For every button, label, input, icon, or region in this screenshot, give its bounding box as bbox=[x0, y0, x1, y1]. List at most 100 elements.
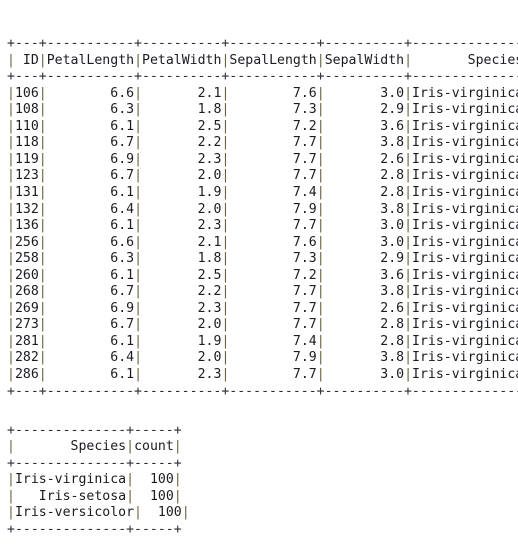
column-separator: | bbox=[134, 185, 143, 201]
table-cell: 7.6 bbox=[229, 234, 317, 250]
table-cell: 6.7 bbox=[46, 135, 135, 151]
table-cell: 110 bbox=[14, 118, 39, 134]
table-cell: Iris-virginica bbox=[412, 218, 518, 234]
column-separator: | bbox=[316, 367, 325, 383]
column-separator: | bbox=[38, 185, 47, 201]
column-separator: | bbox=[316, 267, 325, 283]
column-separator: | bbox=[134, 102, 143, 118]
table-cell: 6.1 bbox=[46, 333, 135, 349]
table-cell: Iris-virginica bbox=[412, 333, 518, 349]
table-cell: 131 bbox=[14, 185, 39, 201]
column-separator: | bbox=[134, 85, 143, 101]
table-cell: SepalWidth bbox=[324, 52, 405, 68]
table-cell: 3.8 bbox=[324, 284, 405, 300]
table-cell: Iris-virginica bbox=[412, 168, 518, 184]
column-separator: | bbox=[173, 488, 182, 504]
table-cell: 6.9 bbox=[46, 300, 135, 316]
column-separator: | bbox=[134, 168, 143, 184]
table-cell: Iris-virginica bbox=[412, 85, 518, 101]
ascii-table-iris-filtered-rows: +---+-----------+----------+-----------+… bbox=[7, 36, 518, 400]
table-cell: Iris-virginica bbox=[412, 118, 518, 134]
column-separator: | bbox=[404, 151, 413, 167]
table-cell: 7.4 bbox=[229, 333, 317, 349]
table-cell: 1.8 bbox=[142, 251, 222, 267]
column-separator: | bbox=[404, 118, 413, 134]
table-cell: 106 bbox=[14, 85, 39, 101]
table-cell: 6.7 bbox=[46, 284, 135, 300]
table-cell: 7.2 bbox=[229, 267, 317, 283]
column-separator: | bbox=[126, 439, 135, 455]
column-separator: | bbox=[38, 151, 47, 167]
table-cell: 7.7 bbox=[229, 300, 317, 316]
table-row: |136| 6.1| 2.3| 7.7| 3.0|Iris-virginica| bbox=[7, 218, 518, 235]
table-cell: 2.8 bbox=[324, 168, 405, 184]
column-separator: | bbox=[38, 300, 47, 316]
column-separator: | bbox=[7, 151, 15, 167]
table-cell: 119 bbox=[14, 151, 39, 167]
column-separator: | bbox=[316, 151, 325, 167]
column-separator: | bbox=[316, 185, 325, 201]
column-separator: | bbox=[7, 472, 15, 488]
table-cell: 2.2 bbox=[142, 135, 222, 151]
table-row: |281| 6.1| 1.9| 7.4| 2.8|Iris-virginica| bbox=[7, 334, 518, 351]
table-cell: 6.1 bbox=[46, 185, 135, 201]
table-cell: 282 bbox=[14, 350, 39, 366]
table-bottom-border: +--------------+-----+ bbox=[7, 521, 182, 537]
table-cell: 6.7 bbox=[46, 317, 135, 333]
table-cell: Iris-virginica bbox=[412, 284, 518, 300]
table-row: |108| 6.3| 1.8| 7.3| 2.9|Iris-virginica| bbox=[7, 102, 518, 119]
column-separator: | bbox=[7, 439, 15, 455]
table-cell: ID bbox=[14, 52, 39, 68]
column-separator: | bbox=[134, 218, 143, 234]
table-cell: Iris-virginica bbox=[412, 151, 518, 167]
column-separator: | bbox=[316, 333, 325, 349]
table-row: |106| 6.6| 2.1| 7.6| 3.0|Iris-virginica| bbox=[7, 86, 518, 103]
column-separator: | bbox=[316, 201, 325, 217]
column-separator: | bbox=[38, 118, 47, 134]
table-cell: 6.6 bbox=[46, 85, 135, 101]
column-separator: | bbox=[7, 85, 15, 101]
column-separator: | bbox=[404, 333, 413, 349]
column-separator: | bbox=[404, 300, 413, 316]
column-separator: | bbox=[404, 234, 413, 250]
table-cell: 2.9 bbox=[324, 102, 405, 118]
table-cell: Iris-virginica bbox=[412, 201, 518, 217]
table-cell: 3.0 bbox=[324, 234, 405, 250]
table-cell: 260 bbox=[14, 267, 39, 283]
column-separator: | bbox=[134, 333, 143, 349]
column-separator: | bbox=[7, 333, 15, 349]
table-row: |286| 6.1| 2.3| 7.7| 3.0|Iris-virginica| bbox=[7, 367, 518, 384]
table-cell: 256 bbox=[14, 234, 39, 250]
column-separator: | bbox=[7, 201, 15, 217]
column-separator: | bbox=[134, 350, 143, 366]
table-cell: 3.8 bbox=[324, 135, 405, 151]
table-cell: 3.6 bbox=[324, 118, 405, 134]
column-separator: | bbox=[7, 300, 15, 316]
table-cell: 7.7 bbox=[229, 367, 317, 383]
table-cell: 3.8 bbox=[324, 201, 405, 217]
table-cell: 281 bbox=[14, 333, 39, 349]
table-header-separator: +--------------+-----+ bbox=[7, 455, 182, 471]
table-row: |269| 6.9| 2.3| 7.7| 2.6|Iris-virginica| bbox=[7, 301, 518, 318]
table-cell: 2.0 bbox=[142, 168, 222, 184]
table-top-border: +--------------+-----+ bbox=[7, 422, 182, 438]
column-separator: | bbox=[126, 472, 135, 488]
table-cell: PetalWidth bbox=[142, 52, 222, 68]
table-cell: PetalLength bbox=[46, 52, 135, 68]
table-cell: 7.2 bbox=[229, 118, 317, 134]
table-header-row: | ID|PetalLength|PetalWidth|SepalLength|… bbox=[7, 53, 518, 70]
column-separator: | bbox=[7, 118, 15, 134]
table-cell: 6.1 bbox=[46, 367, 135, 383]
table-cell: 2.6 bbox=[324, 151, 405, 167]
table-cell: Iris-virginica bbox=[412, 102, 518, 118]
table-row: | Iris-setosa| 100| bbox=[7, 489, 518, 506]
table-row: |119| 6.9| 2.3| 7.7| 2.6|Iris-virginica| bbox=[7, 152, 518, 169]
table-cell: 3.0 bbox=[324, 218, 405, 234]
table-cell: 7.7 bbox=[229, 135, 317, 151]
table-row: |132| 6.4| 2.0| 7.9| 3.8|Iris-virginica| bbox=[7, 202, 518, 219]
table-header-separator: +---+-----------+----------+-----------+… bbox=[7, 69, 518, 85]
table-cell: 6.4 bbox=[46, 350, 135, 366]
table-cell: 6.1 bbox=[46, 218, 135, 234]
column-separator: | bbox=[404, 284, 413, 300]
table-cell: 2.6 bbox=[324, 300, 405, 316]
